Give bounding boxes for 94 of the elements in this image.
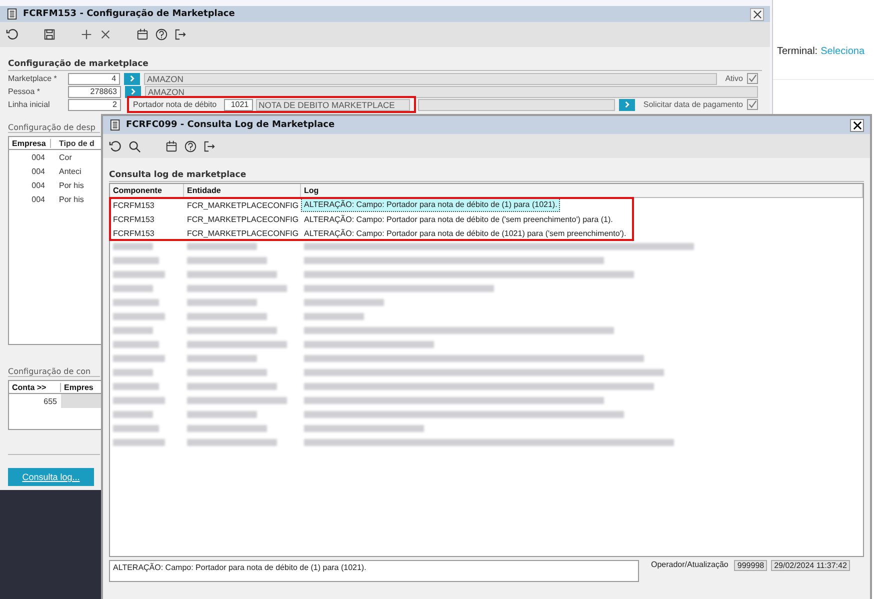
column-header: Conta >> — [9, 382, 61, 392]
save-icon[interactable] — [43, 28, 56, 41]
redacted-text — [113, 256, 159, 264]
table-cell-text: 004 — [30, 152, 46, 162]
log-row[interactable]: FCRFM153 FCR_MARKETPLACECONFIG ALTERAÇÃO: Campo: Portador para nota de débito de (1) para (1021). — [110, 198, 560, 212]
redacted-text — [187, 242, 257, 250]
table-cell-text: ALTERAÇÃO: Campo: Portador para nota de débito de ('sem preenchimento') para (1). — [303, 214, 614, 224]
pessoa-name-field: AMAZON — [145, 86, 758, 98]
close-button[interactable] — [750, 8, 764, 20]
redacted-text — [187, 410, 257, 418]
calendar-icon[interactable] — [136, 28, 149, 41]
field-label: Linha inicial — [8, 100, 51, 109]
exit-icon[interactable] — [174, 28, 187, 41]
table-cell-text: 655 — [42, 396, 58, 406]
document-icon — [110, 119, 121, 131]
lookup-button[interactable] — [619, 98, 636, 110]
terminal-label: Terminal: — [777, 46, 818, 57]
column-header: Entidade — [184, 184, 301, 197]
column-header: Tipo de d — [58, 138, 94, 148]
add-icon[interactable] — [80, 28, 93, 41]
redacted-text — [113, 354, 165, 362]
table-cell-text: FCR_MARKETPLACECONFIG — [186, 214, 300, 224]
section-title: Configuração de con — [8, 367, 100, 377]
ativo-checkbox[interactable] — [746, 73, 758, 84]
close-button[interactable] — [850, 118, 864, 132]
operator-label: Operador/Atualização — [651, 560, 728, 569]
help-icon[interactable] — [155, 28, 168, 41]
chevron-icon — [624, 101, 631, 108]
table-cell-text: FCRFM153 — [112, 214, 156, 224]
redacted-text — [113, 438, 165, 446]
redacted-text — [113, 368, 153, 376]
calendar-icon[interactable] — [165, 140, 178, 152]
field-label: Marketplace * — [8, 74, 58, 83]
table-cell-text: 004 — [30, 180, 46, 190]
redacted-text — [113, 242, 153, 250]
lookup-button[interactable] — [124, 72, 140, 84]
pessoa-field[interactable]: 278863 — [68, 86, 121, 98]
portador-field[interactable]: 1021 — [224, 98, 253, 110]
checkbox-label: Solicitar data de pagamento — [643, 100, 743, 109]
marketplace-field[interactable]: 4 — [68, 72, 120, 84]
section-title: Consulta log de marketplace — [109, 170, 864, 182]
window-title: FCRFM153 - Configuração de Marketplace — [23, 9, 235, 19]
undo-icon[interactable] — [109, 140, 122, 152]
table-cell-text: FCR_MARKETPLACECONFIG — [186, 228, 300, 238]
operator-field: 999998 — [734, 560, 768, 571]
table-cell-text: Por his — [58, 194, 84, 204]
delete-icon[interactable] — [99, 28, 112, 41]
marketplace-name-field: AMAZON — [144, 72, 718, 84]
field-label: Pessoa * — [8, 87, 42, 96]
table-cell-text: ALTERAÇÃO: Campo: Portador para nota de débito de (1021) para ('sem preenchimento'). — [303, 228, 628, 238]
portador-name-field: NOTA DE DEBITO MARKETPLACE — [256, 98, 410, 110]
search-icon[interactable] — [128, 140, 141, 152]
redacted-text — [113, 284, 153, 292]
column-header: Empresa — [9, 138, 51, 148]
column-header: Empres — [63, 382, 94, 392]
lookup-button[interactable] — [125, 86, 141, 98]
table-cell-text: FCRFM153 — [112, 200, 156, 210]
redacted-text — [113, 382, 159, 390]
log-detail-field[interactable]: ALTERAÇÃO: Campo: Portador para nota de débito de (1) para (1021). — [109, 560, 639, 582]
column-header: Log — [301, 184, 863, 197]
help-icon[interactable] — [184, 140, 197, 152]
exit-icon[interactable] — [203, 140, 216, 152]
table-cell-text: 004 — [30, 166, 46, 176]
redacted-text — [113, 298, 159, 306]
table-cell-text: 004 — [30, 194, 46, 204]
timestamp-field: 29/02/2024 11:37:42 — [771, 560, 850, 571]
redacted-text — [304, 312, 364, 320]
redacted-text — [113, 326, 153, 334]
field-label: Portador nota de débito — [133, 100, 217, 109]
window-title: FCRFC099 - Consulta Log de Marketplace — [126, 120, 335, 130]
redacted-text — [113, 340, 159, 348]
section-title: Configuração de marketplace — [8, 59, 762, 71]
table-cell-text: Cor — [58, 152, 72, 162]
section-title: Configuração de desp — [8, 123, 100, 133]
log-row[interactable]: FCRFM153 FCR_MARKETPLACECONFIG ALTERAÇÃO: Campo: Portador para nota de débito de ('sem preenchimento') para (1). — [110, 212, 616, 226]
redacted-text — [187, 354, 257, 362]
log-row[interactable]: FCRFM153 FCR_MARKETPLACECONFIG ALTERAÇÃO: Campo: Portador para nota de débito de (1021) para ('sem preenchimento'). — [110, 226, 630, 240]
table-cell-text: FCRFM153 — [112, 228, 156, 238]
linha-inicial-field[interactable]: 2 — [68, 98, 121, 110]
checkbox-label: Ativo — [725, 74, 743, 83]
table-cell-text: Por his — [58, 180, 84, 190]
redacted-text — [113, 424, 159, 432]
solicitar-checkbox[interactable] — [747, 99, 758, 110]
redacted-text — [113, 410, 153, 418]
redacted-text — [113, 270, 165, 278]
redacted-text — [187, 298, 257, 306]
undo-icon[interactable] — [6, 28, 19, 41]
redacted-text — [113, 312, 165, 320]
column-header: Componente — [110, 184, 184, 197]
table-cell-text: FCR_MARKETPLACECONFIG — [186, 200, 300, 210]
redacted-text — [113, 396, 165, 404]
document-icon — [7, 8, 18, 20]
table-cell-text: Anteci — [58, 166, 82, 176]
table-cell: ALTERAÇÃO: Campo: Portador para nota de débito de (1) para (1021). — [301, 198, 560, 212]
